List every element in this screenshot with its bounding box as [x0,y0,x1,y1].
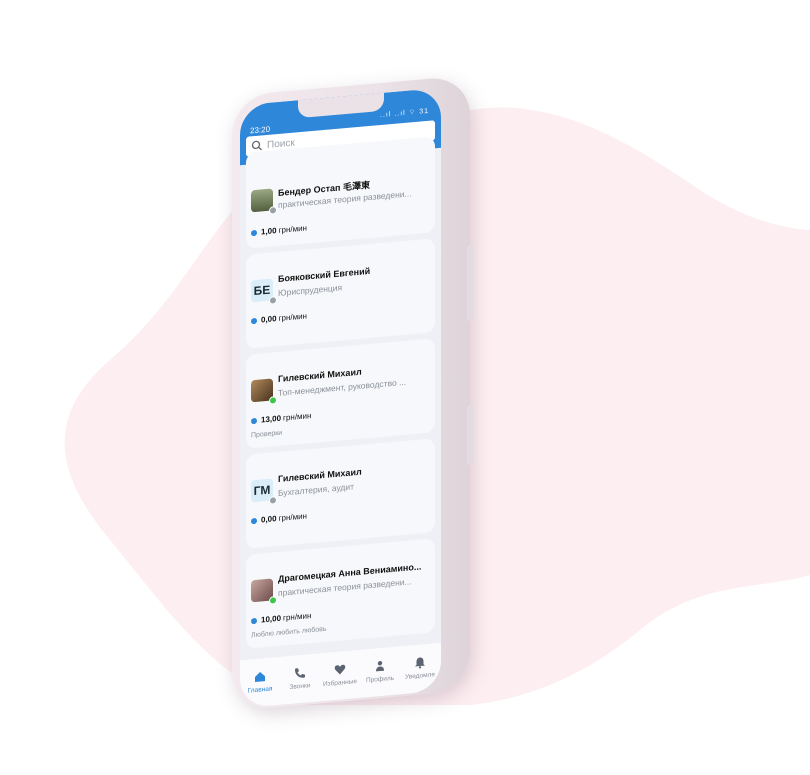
specialist-card[interactable]: Драгомецкая Анна Вениамино... практическ… [246,538,435,649]
price-unit: грн/мин [278,511,307,523]
specialist-card[interactable]: Гилевский Михаил Топ-менеджмент, руковод… [246,338,435,449]
specialist-note: Проверки [251,429,283,440]
heart-icon [334,664,346,675]
tab-favorites[interactable]: Избранные [320,662,360,688]
bell-icon [415,657,425,669]
specialist-card[interactable]: БЕ Бояковский Евгений Юриспруденция 0,00… [246,238,435,349]
price: 1,00 грн/мин [251,223,307,237]
tab-profile[interactable]: Профиль [360,658,400,684]
price: 0,00 грн/мин [251,311,307,325]
tab-label: Звонки [289,682,311,691]
specialist-card[interactable]: Бендер Остап 毛澤東 практическая теория раз… [246,136,435,249]
price-tag-icon [251,317,257,324]
home-icon [255,672,265,682]
tab-label: Главная [247,685,273,695]
phone-mockup: 23:20 ..ıl ..ıl ⌔ 31 Поиск Бендер Остап … [232,75,473,712]
price-unit: грн/мин [283,411,312,423]
tab-calls[interactable]: Звонки [280,665,320,691]
online-status-dot [269,396,277,405]
price-tag-icon [251,229,257,236]
price: 10,00 грн/мин [251,611,311,625]
price-unit: грн/мин [278,311,307,323]
price-unit: грн/мин [283,611,312,623]
offline-status-dot [269,206,277,215]
tab-label: Избранные [323,678,357,689]
tab-label: Уведомле [405,671,435,681]
tab-label: Профиль [365,674,395,685]
tab-home[interactable]: Главная [240,669,280,695]
online-status-dot [269,596,277,605]
price-value: 0,00 [261,514,277,525]
price-unit: грн/мин [278,223,307,235]
price: 0,00 грн/мин [251,511,307,525]
person-icon [376,661,384,672]
status-time: 23:20 [250,124,271,136]
volume-button [467,244,473,322]
price-value: 0,00 [261,314,277,325]
price-tag-icon [251,617,257,624]
side-button [467,404,473,466]
specialist-card[interactable]: ГМ Гилевский Михаил Бухгалтерия, аудит 0… [246,438,435,549]
phone-icon [295,668,305,678]
price-value: 10,00 [261,613,282,625]
price-tag-icon [251,517,257,524]
offline-status-dot [269,496,277,505]
offline-status-dot [269,296,277,305]
tab-notifications[interactable]: Уведомле [400,655,440,681]
status-icons: ..ıl ..ıl ⌔ 31 [380,107,429,120]
price-value: 13,00 [261,413,282,425]
specialist-note: Люблю любить любовь [251,625,327,640]
price: 13,00 грн/мин [251,411,311,425]
price-value: 1,00 [261,226,277,237]
app-screen: 23:20 ..ıl ..ıl ⌔ 31 Поиск Бендер Остап … [240,87,441,709]
price-tag-icon [251,417,257,424]
